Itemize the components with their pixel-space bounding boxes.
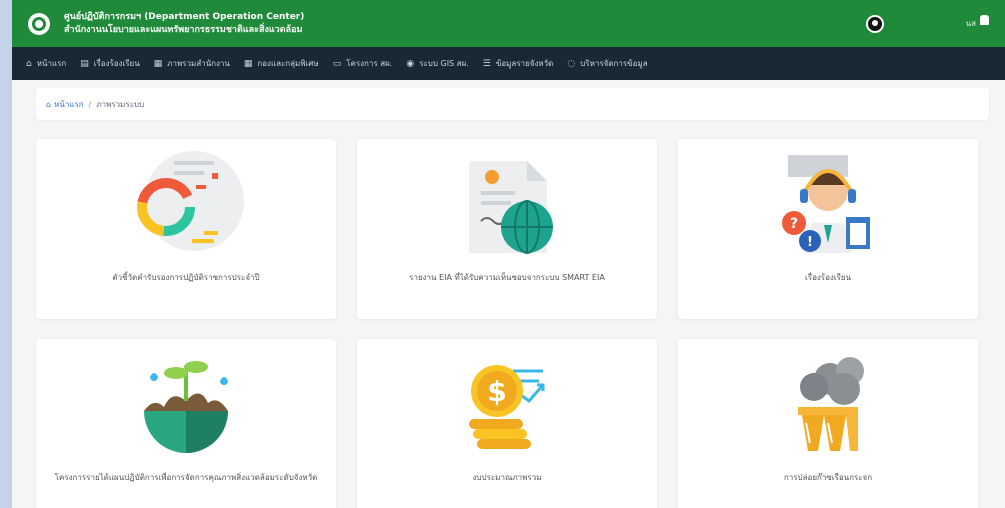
breadcrumb-home[interactable]: ⌂ หน้าแรก: [46, 98, 84, 111]
department-logo-icon[interactable]: [28, 12, 50, 35]
nav-item[interactable]: ▦ กองและกลุ่มพิเศษ: [244, 57, 319, 70]
nav-item-label: บริหารจัดการข้อมูล: [580, 59, 648, 68]
factory-smoke-icon: [798, 357, 864, 451]
dashboard-grid: ตัวชี้วัดคำรับรองการปฏิบัติราชการประจำปี…: [36, 139, 978, 508]
card-label: ตัวชี้วัดคำรับรองการปฏิบัติราชการประจำปี: [112, 273, 260, 282]
nav-item[interactable]: ◌ บริหารจัดการข้อมูล: [567, 57, 647, 70]
svg-text:$: $: [487, 375, 506, 408]
nav-item[interactable]: ⌂ หน้าแรก: [26, 57, 66, 70]
main-nav: ⌂ หน้าแรก ▤ เรื่องร้องเรียน ▦ ภาพรวมสำนักงาน ▦…: [12, 47, 1005, 80]
breadcrumb-home-label: หน้าแรก: [54, 99, 84, 109]
header-titles: ศูนย์ปฏิบัติการกรมฯ (Department Operatio…: [64, 11, 304, 37]
card-label: รายงาน EIA ที่ได้รับความเห็นชอบจากระบบ S…: [409, 273, 605, 282]
svg-text:!: !: [807, 235, 813, 250]
nav-item-label: โครงการ สผ.: [346, 59, 393, 68]
home-icon: ⌂: [46, 99, 52, 109]
chat-icon: ▤: [80, 58, 89, 69]
donut-chart-icon: [137, 151, 244, 251]
nav-item[interactable]: ☰ ข้อมูลรายจังหวัด: [483, 57, 554, 70]
document-globe-icon: [469, 161, 553, 254]
list-icon: ☰: [482, 58, 491, 69]
nav-item[interactable]: ▤ เรื่องร้องเรียน: [80, 57, 139, 70]
card-provincial-plan[interactable]: โครงการรายได้แผนปฏิบัติการเพื่อการจัดการ…: [36, 339, 336, 508]
coins-growth-icon: $: [469, 365, 545, 449]
nav-item-label: กองและกลุ่มพิเศษ: [257, 59, 319, 68]
card-label: การปล่อยก๊าซเรือนกระจก: [783, 473, 873, 482]
nav-item[interactable]: ▭ โครงการ สผ.: [333, 57, 393, 70]
nav-item-label: เรื่องร้องเรียน: [93, 59, 140, 68]
header-right: นส: [865, 14, 989, 33]
nav-item-label: ระบบ GIS สผ.: [419, 59, 469, 68]
card-greenhouse-gas[interactable]: การปล่อยก๊าซเรือนกระจก: [678, 339, 978, 508]
nav-item-label: ข้อมูลรายจังหวัด: [495, 59, 554, 68]
user-avatar-icon[interactable]: [865, 14, 884, 33]
breadcrumb-separator: /: [88, 99, 92, 109]
svg-text:?: ?: [790, 216, 798, 232]
folder-icon: ▭: [332, 58, 342, 69]
app-frame: ศูนย์ปฏิบัติการกรมฯ (Department Operatio…: [12, 0, 1005, 508]
breadcrumb-current: ภาพรวมระบบ: [96, 99, 145, 109]
card-complaints[interactable]: ? ! เรื่องร้องเรียน: [678, 139, 978, 319]
card-budget[interactable]: $ งบประมาณภาพรวม: [357, 339, 657, 508]
nav-item-label: ภาพรวมสำนักงาน: [167, 59, 230, 68]
grid-icon: ▦: [243, 58, 253, 69]
card-eia[interactable]: รายงาน EIA ที่ได้รับความเห็นชอบจากระบบ S…: [357, 139, 657, 319]
header-title-line2: สำนักงานนโยบายและแผนทรัพยากรธรรมชาติและส…: [64, 24, 303, 35]
nav-item[interactable]: ▦ ภาพรวมสำนักงาน: [154, 57, 230, 70]
header-title-line1: ศูนย์ปฏิบัติการกรมฯ (Department Operatio…: [64, 11, 305, 22]
card-label: งบประมาณภาพรวม: [472, 473, 542, 482]
card-kpi[interactable]: ตัวชี้วัดคำรับรองการปฏิบัติราชการประจำปี: [36, 139, 336, 319]
nav-item[interactable]: ◉ ระบบ GIS สผ.: [406, 57, 468, 70]
notification-icon[interactable]: [980, 14, 989, 25]
call-center-agent-icon: ? !: [782, 155, 870, 253]
user-name[interactable]: นส: [966, 17, 976, 30]
card-label: เรื่องร้องเรียน: [805, 273, 851, 282]
card-label: โครงการรายได้แผนปฏิบัติการเพื่อการจัดการ…: [54, 473, 318, 482]
earth-plant-icon: [144, 361, 228, 453]
settings-icon: ◌: [567, 58, 576, 69]
grid-icon: ▦: [153, 58, 163, 69]
map-pin-icon: ◉: [406, 58, 415, 69]
home-icon: ⌂: [26, 58, 32, 69]
nav-item-label: หน้าแรก: [36, 59, 67, 68]
top-header: ศูนย์ปฏิบัติการกรมฯ (Department Operatio…: [12, 0, 1005, 47]
breadcrumb: ⌂ หน้าแรก / ภาพรวมระบบ: [36, 88, 989, 120]
